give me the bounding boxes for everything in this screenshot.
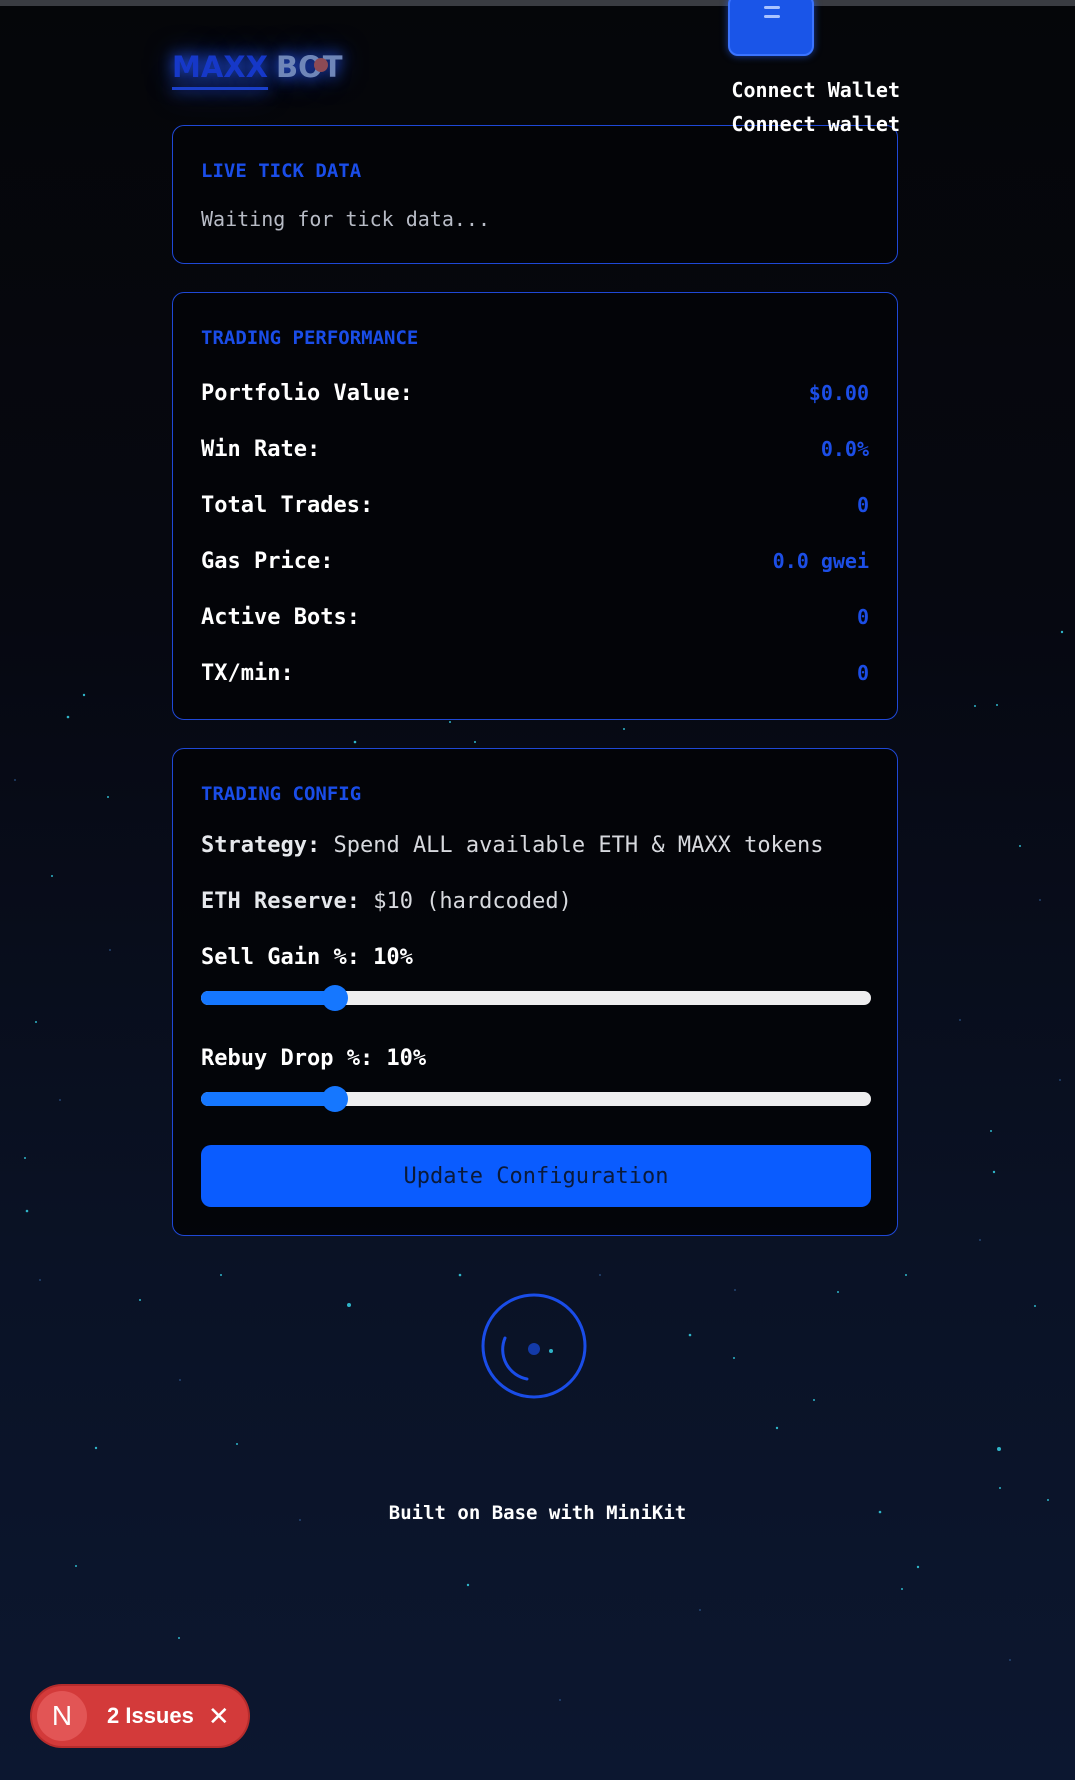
strategy-label: Strategy:: [201, 833, 321, 858]
rebuy-drop-label: Rebuy Drop %: 10%: [201, 1046, 427, 1071]
tick-status-text: Waiting for tick data...: [201, 207, 490, 231]
stat-label: Portfolio Value:: [201, 380, 413, 406]
config-title: TRADING CONFIG: [201, 783, 362, 805]
nextjs-logo-icon[interactable]: N: [37, 1691, 87, 1741]
strategy-value: Spend ALL available ETH & MAXX tokens: [333, 833, 824, 858]
strategy-line: Strategy: Spend ALL available ETH & MAXX…: [201, 833, 824, 858]
stat-value: 0: [856, 493, 869, 517]
logo-bot: BOT: [276, 50, 343, 84]
rebuy-drop-slider[interactable]: [201, 1086, 871, 1112]
update-configuration-button[interactable]: Update Configuration: [201, 1145, 871, 1207]
stat-row-active-bots: Active Bots: 0: [201, 602, 869, 632]
eth-reserve-line: ETH Reserve: $10 (hardcoded): [201, 889, 572, 914]
live-tick-title: LIVE TICK DATA: [201, 160, 362, 182]
stat-value: 0.0 gwei: [772, 549, 869, 573]
stat-value: 0: [856, 605, 869, 629]
sell-gain-slider[interactable]: [201, 985, 871, 1011]
stat-value: 0.0%: [820, 437, 869, 461]
dev-issues-badge[interactable]: N 2 Issues ✕: [32, 1686, 248, 1746]
stat-value: $0.00: [808, 381, 869, 405]
live-tick-card: LIVE TICK DATA Waiting for tick data...: [172, 125, 898, 264]
stat-label: Gas Price:: [201, 548, 334, 574]
wallet-icon[interactable]: [728, 0, 814, 56]
stat-label: Win Rate:: [201, 436, 321, 462]
footer-text: Built on Base with MiniKit: [388, 1502, 687, 1524]
performance-title: TRADING PERFORMANCE: [201, 327, 419, 349]
config-card: TRADING CONFIG Strategy: Spend ALL avail…: [172, 748, 898, 1236]
connect-wallet-button[interactable]: Connect Wallet: [731, 78, 900, 102]
close-icon[interactable]: ✕: [208, 1701, 230, 1732]
issues-count[interactable]: 2 Issues: [107, 1703, 194, 1729]
stat-row-tx-per-min: TX/min: 0: [201, 658, 869, 688]
eth-reserve-value: $10 (hardcoded): [373, 889, 572, 914]
stat-label: Total Trades:: [201, 492, 374, 518]
stat-value: 0: [856, 661, 869, 685]
stat-label: TX/min:: [201, 660, 294, 686]
browser-top-bar: [0, 0, 1075, 6]
stat-label: Active Bots:: [201, 604, 360, 630]
stat-row-gas-price: Gas Price: 0.0 gwei: [201, 546, 869, 576]
stat-row-portfolio-value: Portfolio Value: $0.00: [201, 378, 869, 408]
sell-gain-label: Sell Gain %: 10%: [201, 945, 413, 970]
slider-thumb[interactable]: [322, 985, 348, 1011]
slider-fill: [201, 991, 335, 1005]
stat-row-total-trades: Total Trades: 0: [201, 490, 869, 520]
loading-spinner-icon: [481, 1293, 587, 1399]
connection-status-dot: [314, 58, 328, 72]
slider-fill: [201, 1092, 335, 1106]
stat-row-win-rate: Win Rate: 0.0%: [201, 434, 869, 464]
performance-card: TRADING PERFORMANCE Portfolio Value: $0.…: [172, 292, 898, 720]
slider-thumb[interactable]: [322, 1086, 348, 1112]
connect-wallet-status: Connect wallet: [731, 112, 900, 136]
logo-maxx: MAXX: [172, 50, 269, 84]
eth-reserve-label: ETH Reserve:: [201, 889, 360, 914]
